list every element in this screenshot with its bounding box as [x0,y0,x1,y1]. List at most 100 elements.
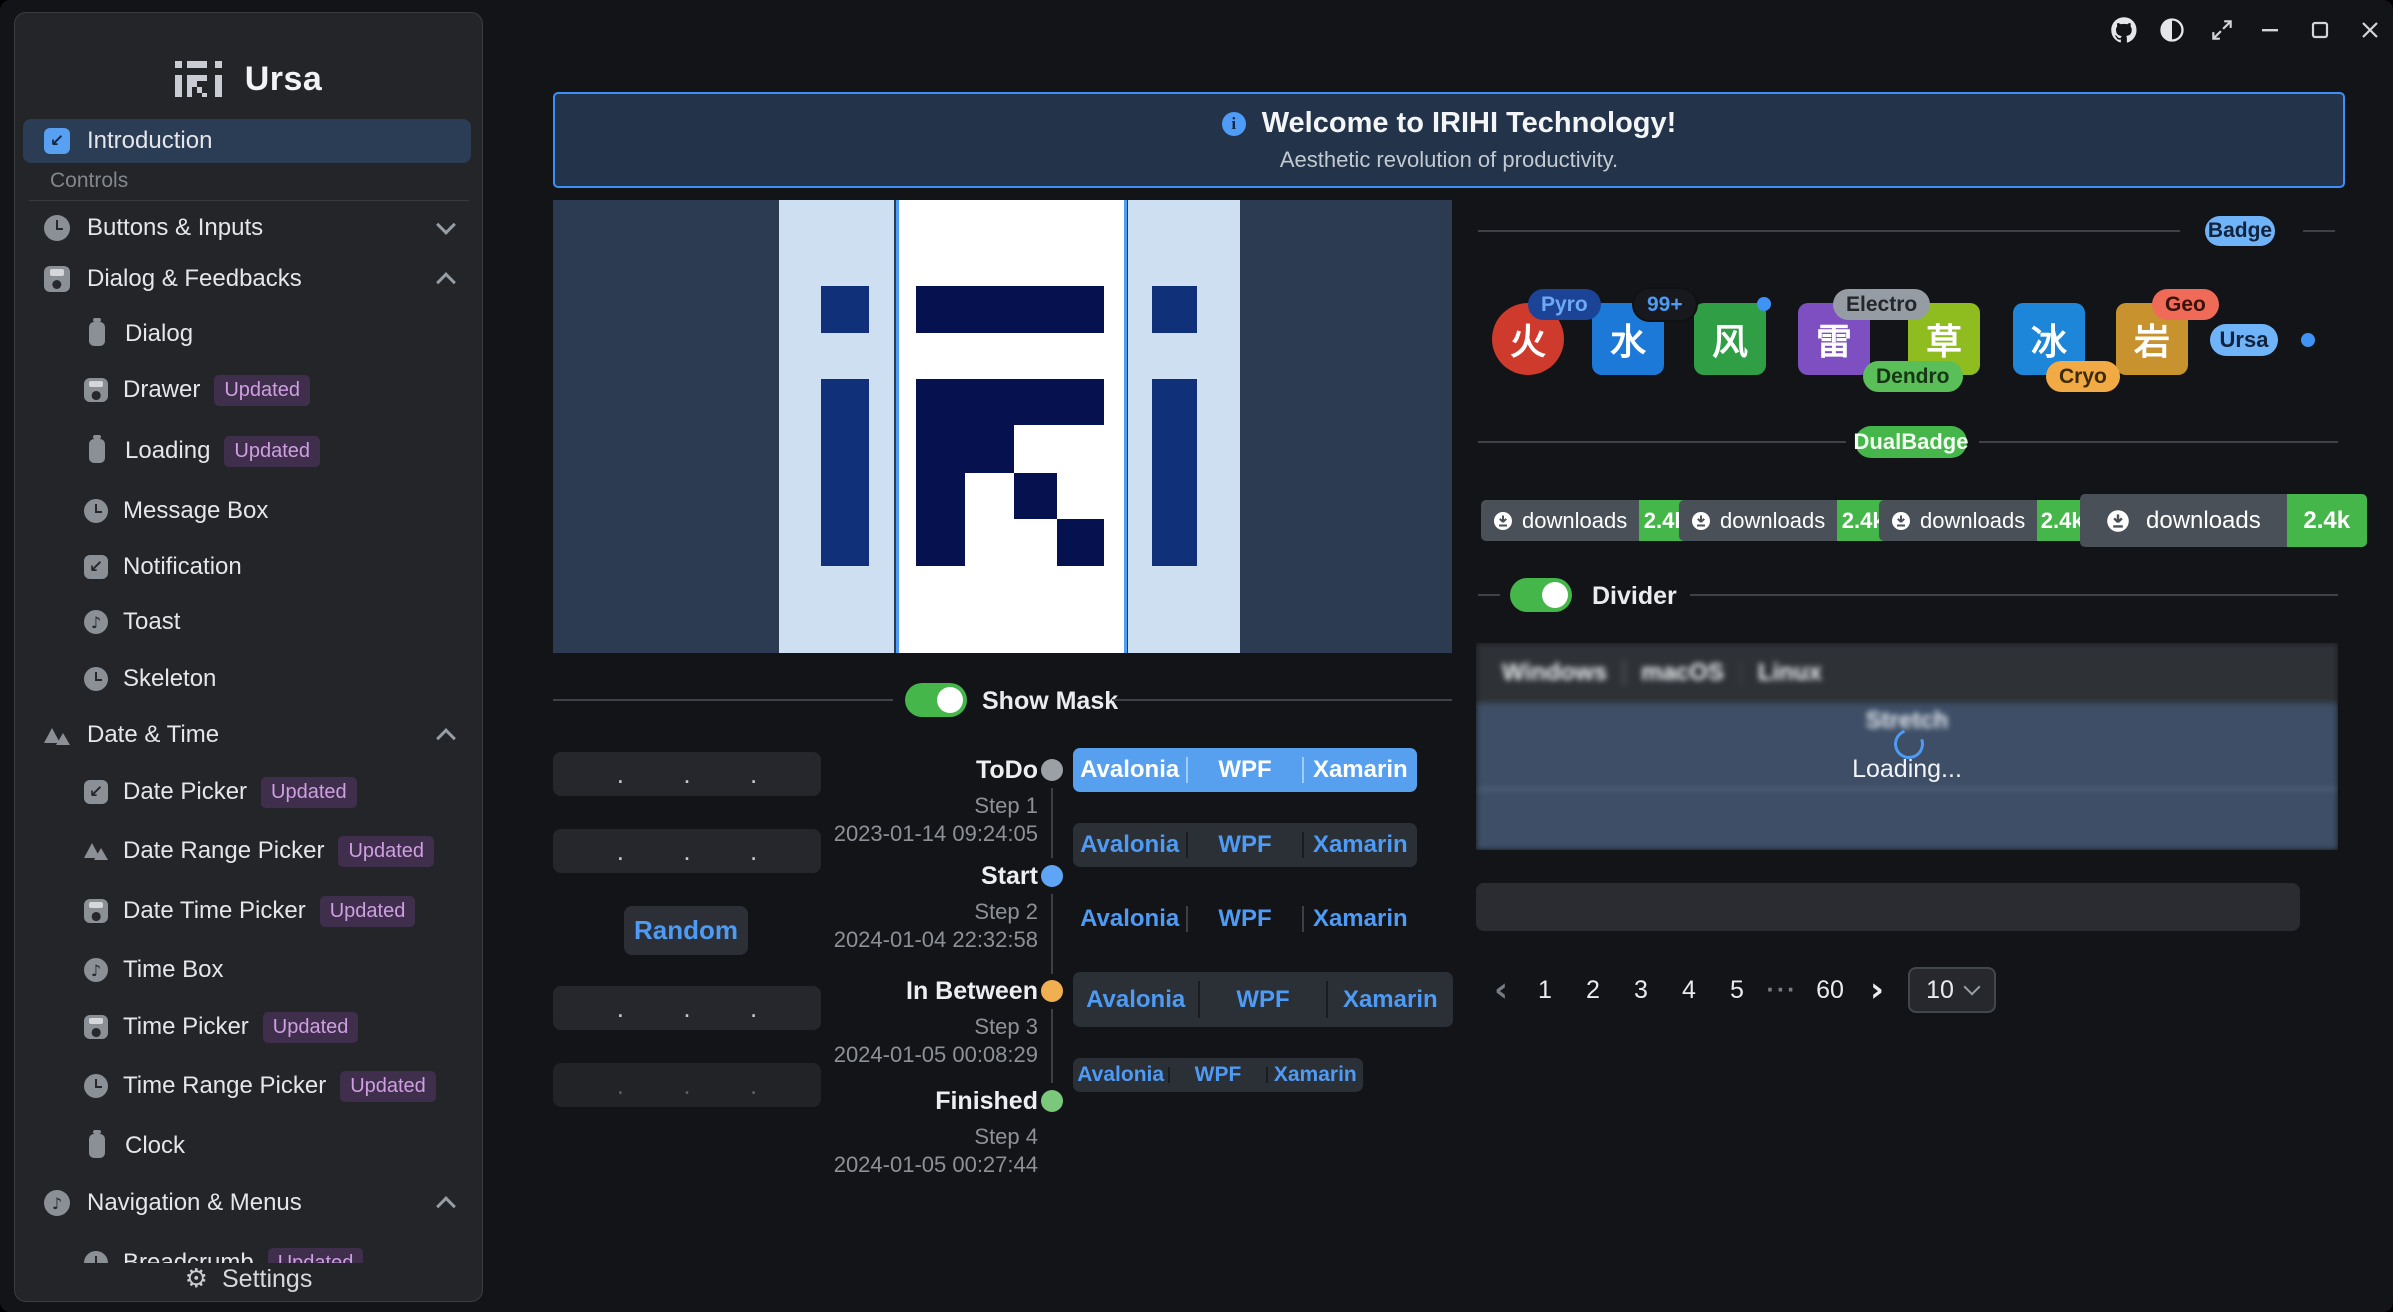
wpf-button[interactable]: WPF [1200,972,1325,1027]
sidebar-item-message-box[interactable]: Message Box [23,489,471,533]
sidebar-item-time-picker[interactable]: Time Picker Updated [23,1005,471,1049]
divider-line [29,200,469,201]
divider-demo-label: Divider [1592,582,1677,611]
battery-icon [89,322,105,346]
app-title: Ursa [245,60,323,99]
minimize-button[interactable] [2252,12,2288,48]
xamarin-button[interactable]: Xamarin [1304,748,1417,792]
github-icon[interactable] [2106,12,2142,48]
pagination-page-1[interactable]: 1 [1528,966,1562,1014]
downloads-badge-large: downloads 2.4k [2080,494,2367,547]
pagination-page-3[interactable]: 3 [1624,966,1658,1014]
divider-toggle[interactable] [1510,578,1572,612]
clock-icon [44,215,70,241]
wpf-button[interactable]: WPF [1170,1058,1265,1092]
clock-icon [84,667,108,691]
battery-icon [89,439,105,463]
avalonia-button[interactable]: Avalonia [1073,1058,1168,1092]
step-title: In Between [790,977,1038,1006]
xamarin-button[interactable]: Xamarin [1268,1058,1363,1092]
divider-line [1478,230,2180,232]
sidebar-item-drawer[interactable]: Drawer Updated [23,368,471,412]
sidebar-item-dialog-feedbacks[interactable]: Dialog & Feedbacks [23,257,471,301]
arrow-square-icon [84,780,108,804]
sidebar-item-notification[interactable]: Notification [23,545,471,589]
trees-icon [44,722,70,748]
button-group-small: Avalonia WPF Xamarin [1073,1058,1363,1092]
ursa-logo-icon [175,55,223,104]
show-mask-toggle[interactable] [905,683,967,717]
dot-badge [2301,333,2315,347]
xamarin-button[interactable]: Xamarin [1304,823,1417,867]
dot-badge [1757,297,1771,311]
xamarin-button[interactable]: Xamarin [1328,972,1453,1027]
wpf-button[interactable]: WPF [1188,748,1301,792]
sidebar-item-date-range-picker[interactable]: Date Range Picker Updated [23,829,471,873]
sidebar-item-navigation-menus[interactable]: Navigation & Menus [23,1181,471,1225]
music-note-icon [84,958,108,982]
divider-line [1112,699,1452,701]
pagination-page-2[interactable]: 2 [1576,966,1610,1014]
sidebar-item-toast[interactable]: Toast [23,600,471,644]
gear-icon: ⚙ [185,1264,208,1294]
avalonia-button[interactable]: Avalonia [1073,823,1186,867]
download-icon [1493,511,1513,531]
show-mask-label: Show Mask [982,687,1118,716]
close-button[interactable] [2352,12,2388,48]
button-group-borderless: Avalonia WPF Xamarin [1073,897,1417,941]
sidebar-item-dialog[interactable]: Dialog [23,312,471,356]
maximize-button[interactable] [2302,12,2338,48]
sidebar-item-date-picker[interactable]: Date Picker Updated [23,770,471,814]
chevron-down-icon [436,215,456,235]
pagination-page-4[interactable]: 4 [1672,966,1706,1014]
tile-wind: 风 [1694,303,1766,375]
wpf-button[interactable]: WPF [1188,897,1301,941]
random-button[interactable]: Random [624,906,748,955]
tab-macos[interactable]: macOS [1625,659,1740,687]
page-size-select[interactable]: 10 [1908,967,1996,1013]
sidebar-item-date-time[interactable]: Date & Time [23,713,471,757]
sidebar-section-controls: Controls [50,169,128,193]
irihi-hero-logo [553,200,1452,653]
pagination-prev-button[interactable]: ‹ [1486,966,1516,1014]
banner-subtitle: Aesthetic revolution of productivity. [1280,147,1618,173]
sidebar-item-time-range-picker[interactable]: Time Range Picker Updated [23,1064,471,1108]
settings-button[interactable]: ⚙ Settings [15,1257,482,1301]
welcome-banner: i Welcome to IRIHI Technology! Aesthetic… [553,92,2345,188]
cryo-badge: Cryo [2046,361,2120,392]
divider-line [1478,441,1846,443]
step-time: 2023-01-14 09:24:05 [740,821,1038,847]
fullscreen-icon[interactable] [2204,12,2240,48]
tab-windows[interactable]: Windows [1486,659,1623,687]
sidebar-item-clock[interactable]: Clock [23,1124,471,1168]
sidebar-item-introduction[interactable]: Introduction [23,119,471,163]
step-time: 2024-01-05 00:27:44 [740,1152,1038,1178]
wpf-button[interactable]: WPF [1188,823,1301,867]
download-icon [1891,511,1911,531]
time-box-input[interactable]: ... [553,752,821,796]
chevron-up-icon [436,272,456,292]
step-dot-finished [1041,1090,1063,1112]
download-icon [1691,511,1711,531]
time-box-input-disabled: ... [553,1063,821,1107]
floppy-icon [84,1015,108,1039]
xamarin-button[interactable]: Xamarin [1304,897,1417,941]
battery-icon [89,1134,105,1158]
sidebar-item-skeleton[interactable]: Skeleton [23,657,471,701]
floppy-icon [44,266,70,292]
pagination-ellipsis: ··· [1760,966,1804,1014]
avalonia-button[interactable]: Avalonia [1073,748,1186,792]
sidebar-item-loading[interactable]: Loading Updated [23,429,471,473]
sidebar-item-date-time-picker[interactable]: Date Time Picker Updated [23,889,471,933]
step-time: 2024-01-04 22:32:58 [740,927,1038,953]
sidebar-item-time-box[interactable]: Time Box [23,948,471,992]
sidebar-item-buttons-inputs[interactable]: Buttons & Inputs [23,206,471,250]
pagination-next-button[interactable]: › [1862,966,1892,1014]
avalonia-button[interactable]: Avalonia [1073,897,1186,941]
avalonia-button[interactable]: Avalonia [1073,972,1198,1027]
pagination-page-5[interactable]: 5 [1720,966,1754,1014]
dualbadge-label: DualBadge [1855,426,1967,458]
theme-toggle-icon[interactable] [2154,12,2190,48]
pagination-page-60[interactable]: 60 [1808,966,1852,1014]
tab-linux[interactable]: Linux [1742,659,1838,687]
